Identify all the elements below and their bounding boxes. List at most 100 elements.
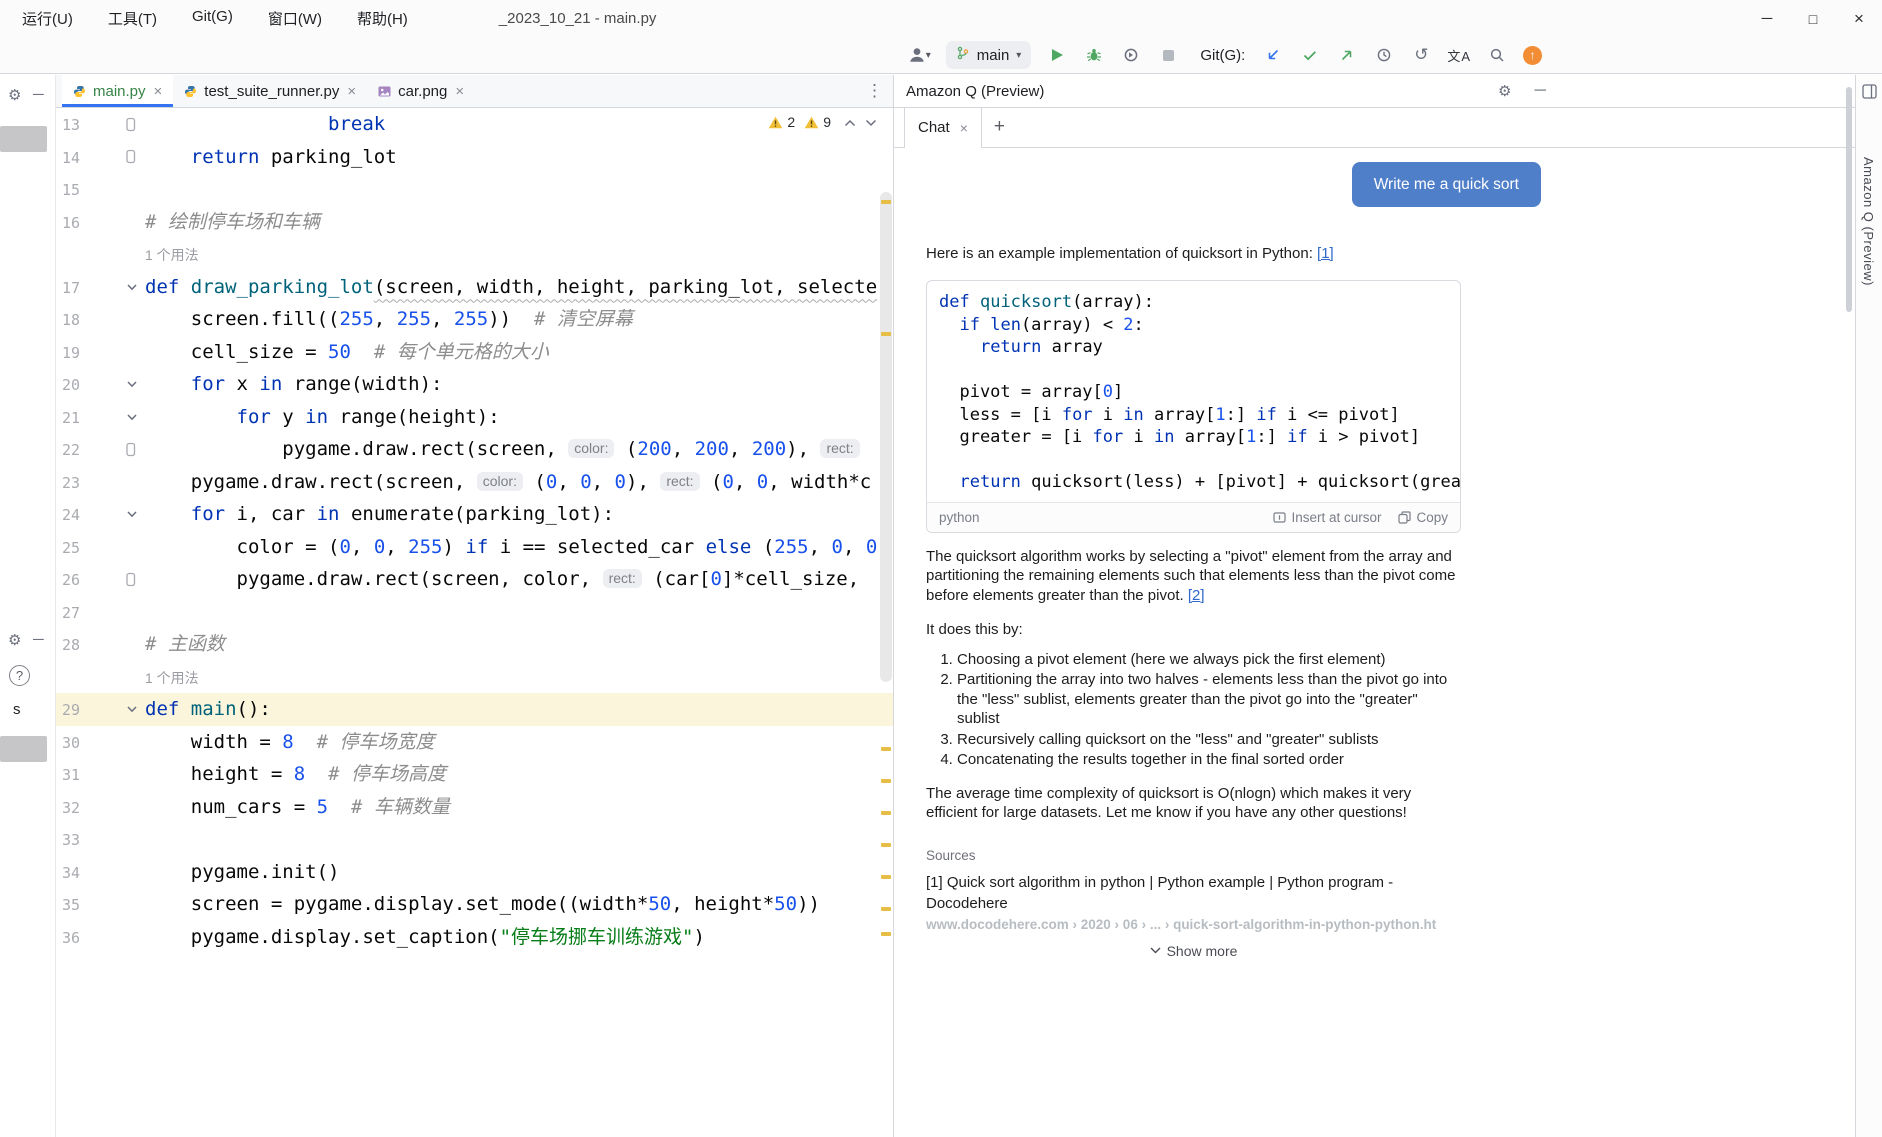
tab-options-kebab-icon[interactable]: ⋮ [866,75,883,107]
source-link[interactable]: [1] Quick sort algorithm in python | Pyt… [926,872,1461,914]
editor-line: 28# 主函数 [56,628,893,661]
run-button[interactable] [1046,42,1068,68]
line-number[interactable]: 22 [56,433,80,466]
menu-item[interactable]: 运行(U) [18,5,77,32]
gutter-mark-icon [126,572,136,587]
fold-icon[interactable] [126,281,138,293]
line-number[interactable]: 19 [56,336,80,369]
code-line: def main(): [145,693,893,726]
line-number[interactable]: 21 [56,401,80,434]
code-line: def draw_parking_lot(screen, width, heig… [145,271,893,304]
citation-link[interactable]: [1] [1317,245,1334,262]
menu-item[interactable]: 窗口(W) [264,5,326,32]
line-number[interactable]: 18 [56,303,80,336]
usages-inlay-hint[interactable]: 1 个用法 [145,670,199,686]
line-number[interactable]: 14 [56,141,80,174]
update-available-badge[interactable]: ↑ [1523,46,1542,65]
rollback-icon[interactable]: ↺ [1410,42,1432,68]
git-commit-icon[interactable] [1299,42,1321,68]
gear-icon[interactable]: ⚙ [8,86,21,104]
fold-icon[interactable] [126,508,138,520]
line-number[interactable]: 25 [56,531,80,564]
line-number[interactable]: 32 [56,791,80,824]
code-line: return parking_lot [145,141,893,174]
tab-close-icon[interactable]: × [455,83,464,100]
copy-button[interactable]: Copy [1398,510,1448,525]
editor-scrollbar[interactable] [880,192,892,682]
user-prompt-button[interactable]: Write me a quick sort [1352,162,1541,207]
editor-line: 16 # 绘制停车场和车辆 [56,206,893,239]
amazon-q-stripe-button[interactable]: Amazon Q (Preview) [1861,157,1876,286]
line-number[interactable]: 29 [56,693,80,726]
history-icon[interactable] [1373,42,1395,68]
citation-link[interactable]: [2] [1188,587,1205,604]
translate-icon[interactable]: 文A [1447,42,1471,68]
tab-close-icon[interactable]: × [154,83,163,100]
tab-chat[interactable]: Chat × [904,107,982,148]
tab-close-icon[interactable]: × [960,120,968,136]
weak-warnings-indicator[interactable]: 9 [804,114,831,130]
code-language-label: python [939,510,980,525]
line-number[interactable]: 16 [56,206,80,239]
line-number[interactable]: 31 [56,758,80,791]
editor-tab-main.py[interactable]: main.py× [62,75,173,107]
answer-intro: Here is an example implementation of qui… [926,244,1461,264]
left-tool-strip: ⚙ ─ ⚙ ─ ? s [0,75,56,1137]
warnings-indicator[interactable]: 2 [768,114,795,130]
line-number[interactable]: 30 [56,726,80,759]
usages-inlay-hint[interactable]: 1 个用法 [145,247,199,263]
panel-settings-gear-icon[interactable]: ⚙ [1498,82,1511,100]
search-everywhere-icon[interactable] [1486,42,1508,68]
debug-button[interactable] [1083,42,1105,68]
line-number[interactable]: 36 [56,921,80,954]
code-editor[interactable]: 13 break14 return parking_lot1516# 绘制停车场… [56,108,893,1137]
line-number[interactable]: 33 [56,823,80,856]
fold-icon[interactable] [126,378,138,390]
next-problem-icon[interactable] [865,114,877,130]
warning-icon [768,116,783,129]
close-button[interactable]: × [1836,0,1882,37]
line-number[interactable]: 27 [56,596,80,629]
line-number[interactable]: 15 [56,173,80,206]
git-branch-selector[interactable]: main ▾ [946,41,1032,69]
hide-panel-icon[interactable]: ─ [33,631,44,648]
line-number[interactable]: 17 [56,271,80,304]
panel-scrollbar[interactable] [1846,87,1852,312]
line-number[interactable]: 28 [56,628,80,661]
menu-item[interactable]: 工具(T) [104,5,161,32]
hide-panel-icon[interactable]: ─ [33,86,44,103]
editor-tab-car.png[interactable]: car.png× [367,75,475,107]
git-push-icon[interactable] [1336,42,1358,68]
code-line: for x in range(width): [145,368,893,401]
help-icon[interactable]: ? [9,665,30,686]
fold-icon[interactable] [126,411,138,423]
line-number[interactable]: 26 [56,563,80,596]
maximize-button[interactable]: □ [1790,0,1836,37]
editor-tab-test_suite_runner.py[interactable]: test_suite_runner.py× [173,75,367,107]
fold-icon[interactable] [126,703,138,715]
line-number[interactable]: 34 [56,856,80,889]
run-with-coverage-button[interactable] [1120,42,1142,68]
line-number[interactable]: 23 [56,466,80,499]
show-more-button[interactable]: Show more [926,943,1461,959]
git-update-icon[interactable] [1262,42,1284,68]
tab-close-icon[interactable]: × [347,83,356,100]
line-number[interactable]: 24 [56,498,80,531]
menu-item[interactable]: 帮助(H) [353,5,412,32]
stop-button[interactable] [1157,42,1179,68]
line-number[interactable]: 13 [56,108,80,141]
code-line [145,173,893,206]
new-chat-tab-button[interactable]: + [982,107,1017,147]
insert-at-cursor-button[interactable]: Insert at cursor [1273,510,1381,525]
menu-item[interactable]: Git(G) [188,5,237,32]
panel-hide-icon[interactable]: ─ [1534,82,1545,100]
code-line: # 绘制停车场和车辆 [145,206,893,239]
user-account-icon[interactable]: ▾ [908,42,931,68]
chevron-down-icon [1150,947,1161,954]
minimize-button[interactable]: ─ [1744,0,1790,37]
line-number[interactable]: 20 [56,368,80,401]
prev-problem-icon[interactable] [844,114,856,130]
tool-window-layout-icon[interactable] [1862,84,1877,104]
gear-icon[interactable]: ⚙ [8,631,21,649]
line-number[interactable]: 35 [56,888,80,921]
